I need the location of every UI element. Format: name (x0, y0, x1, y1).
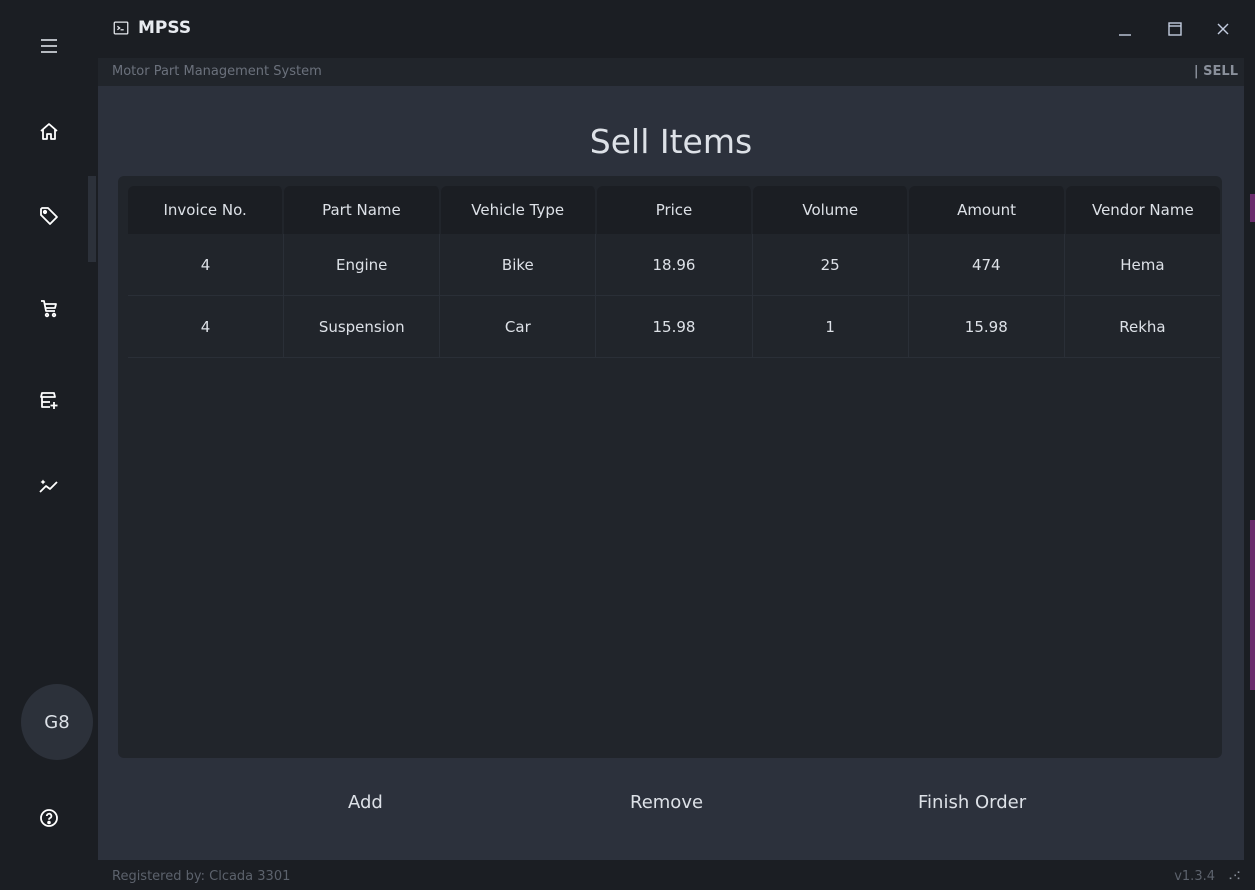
column-header-volume[interactable]: Volume (753, 186, 910, 234)
table-cell[interactable]: 15.98 (909, 296, 1065, 357)
user-avatar[interactable]: G8 (21, 684, 93, 760)
registered-by-label: Registered by: Clcada 3301 (112, 869, 291, 884)
cart-button[interactable] (0, 278, 98, 338)
table-row[interactable]: 4 Suspension Car 15.98 1 15.98 Rekha (128, 296, 1220, 358)
tags-button[interactable] (0, 186, 98, 246)
store-add-icon (40, 392, 58, 409)
items-table-frame: Invoice No. Part Name Vehicle Type Price… (118, 176, 1222, 758)
resize-grip-icon[interactable]: ⠠⠪ (1225, 870, 1241, 883)
table-cell[interactable]: 18.96 (596, 234, 753, 295)
items-table: Invoice No. Part Name Vehicle Type Price… (128, 186, 1220, 358)
menu-button[interactable] (0, 16, 98, 76)
table-cell[interactable]: Engine (284, 234, 441, 295)
minimize-button[interactable] (1108, 14, 1142, 44)
add-button[interactable]: Add (348, 792, 383, 813)
column-header-invoice[interactable]: Invoice No. (128, 186, 285, 234)
table-header: Invoice No. Part Name Vehicle Type Price… (128, 186, 1220, 234)
analytics-button[interactable] (0, 456, 98, 516)
table-cell[interactable]: 1 (753, 296, 909, 357)
table-cell[interactable]: Rekha (1065, 296, 1220, 357)
status-bar: Registered by: Clcada 3301 v1.3.4 ⠠⠪ (98, 860, 1255, 890)
table-cell[interactable]: 4 (128, 234, 285, 295)
subtitle-bar: Motor Part Management System | SELL (98, 58, 1244, 86)
finish-order-button[interactable]: Finish Order (918, 792, 1026, 813)
help-circle-icon (40, 809, 58, 827)
title-bar: MPSS (98, 0, 1255, 58)
table-cell[interactable]: 15.98 (596, 296, 753, 357)
sidebar: G8 (0, 0, 98, 890)
close-icon (1217, 23, 1229, 35)
app-title: MPSS (112, 18, 191, 38)
table-cell[interactable]: 474 (909, 234, 1065, 295)
main-content: Sell Items Invoice No. Part Name Vehicle… (98, 86, 1244, 860)
page-title: Sell Items (589, 122, 753, 161)
remove-button[interactable]: Remove (630, 792, 703, 813)
app-subtitle: Motor Part Management System (112, 64, 322, 79)
column-header-vendor-name[interactable]: Vendor Name (1065, 186, 1220, 234)
column-header-vehicle-type[interactable]: Vehicle Type (440, 186, 597, 234)
table-cell[interactable]: Suspension (284, 296, 441, 357)
minimize-icon (1119, 34, 1131, 36)
action-bar: Add Remove Finish Order (98, 792, 1244, 822)
help-button[interactable] (0, 788, 98, 848)
column-header-amount[interactable]: Amount (909, 186, 1066, 234)
home-button[interactable] (0, 102, 98, 162)
column-header-price[interactable]: Price (596, 186, 754, 234)
table-cell[interactable]: 25 (753, 234, 909, 295)
close-button[interactable] (1206, 14, 1240, 44)
edge-accent (1250, 520, 1255, 690)
app-title-text: MPSS (138, 18, 192, 38)
store-add-button[interactable] (0, 370, 98, 430)
home-icon (40, 123, 58, 140)
chart-sparkle-icon (39, 479, 58, 493)
version-label: v1.3.4 (1174, 869, 1215, 884)
tag-icon (40, 207, 58, 225)
terminal-icon (113, 21, 129, 35)
table-row[interactable]: 4 Engine Bike 18.96 25 474 Hema (128, 234, 1220, 296)
table-cell[interactable]: Bike (440, 234, 597, 295)
table-cell[interactable]: Car (440, 296, 597, 357)
column-header-part-name[interactable]: Part Name (284, 186, 441, 234)
table-cell[interactable]: Hema (1065, 234, 1220, 295)
maximize-icon (1168, 22, 1182, 36)
edge-accent (1250, 194, 1255, 222)
table-cell[interactable]: 4 (128, 296, 285, 357)
cart-icon (41, 300, 57, 318)
section-label: | SELL (1193, 64, 1238, 79)
maximize-button[interactable] (1158, 14, 1192, 44)
hamburger-menu-icon (41, 39, 57, 53)
